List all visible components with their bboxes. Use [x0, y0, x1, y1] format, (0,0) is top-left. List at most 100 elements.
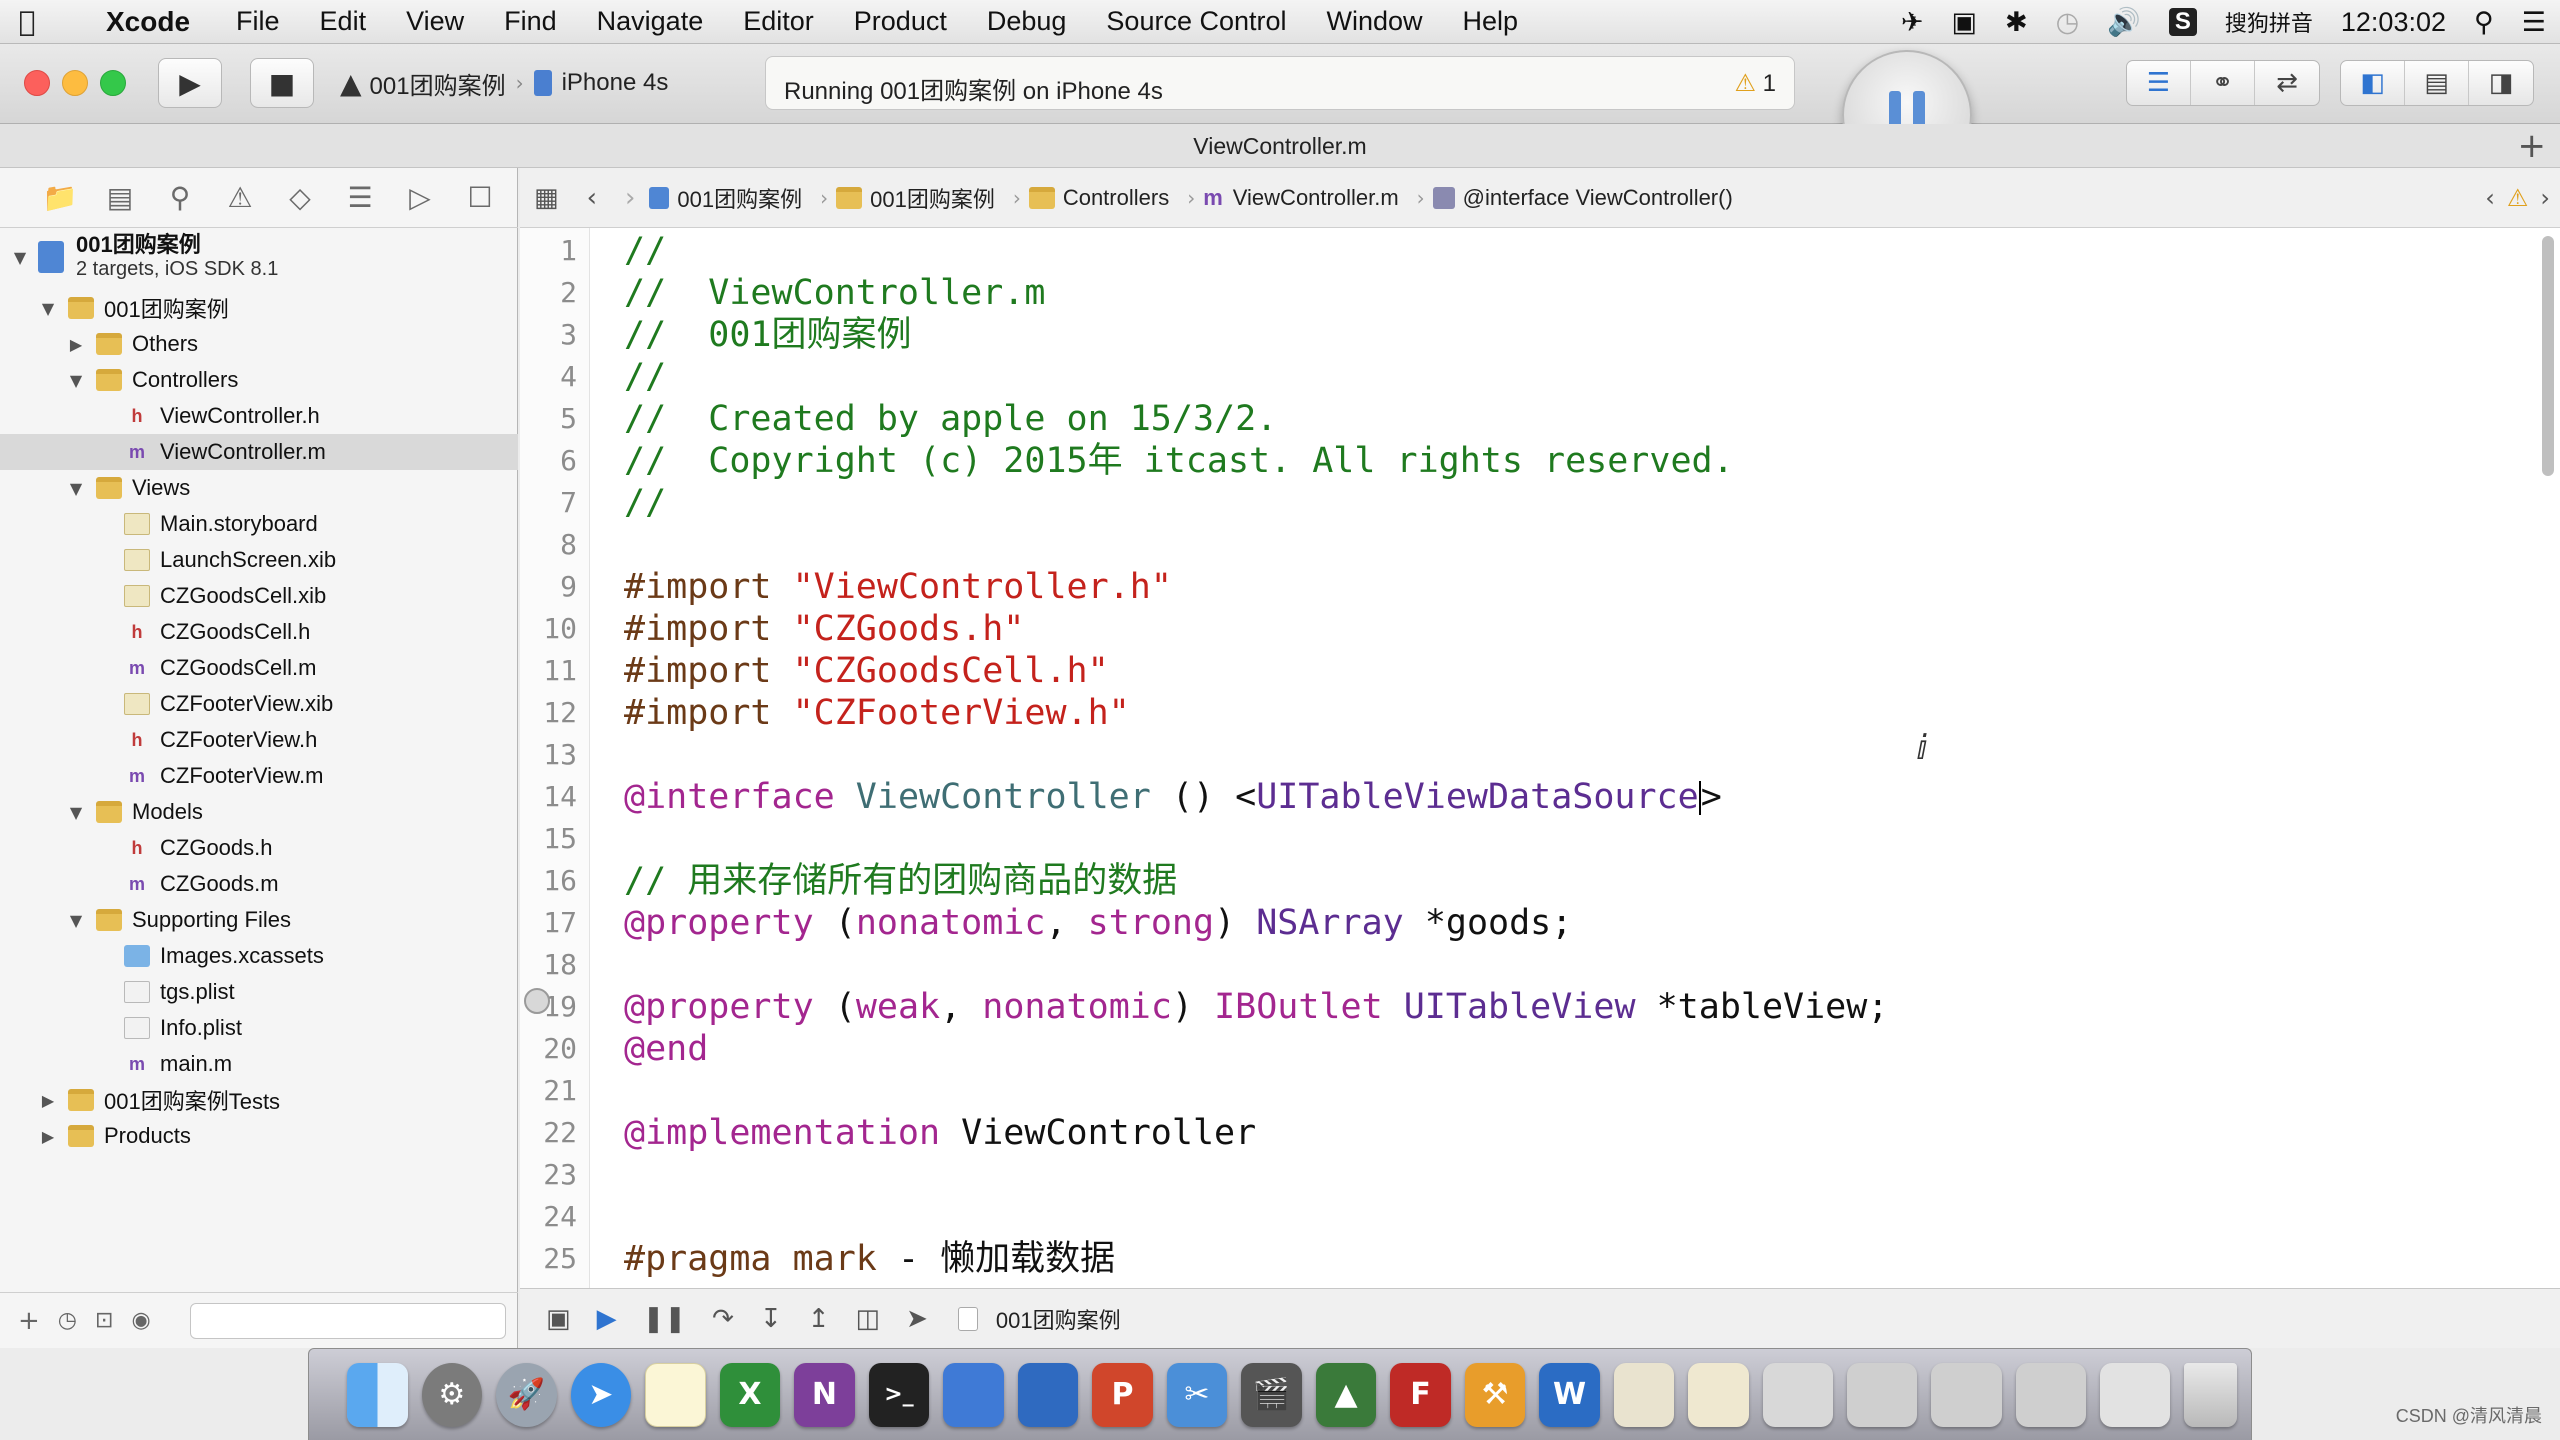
breadcrumb-project[interactable]: 001团购案例 [649, 182, 802, 214]
utilities-toggle-icon[interactable]: ◨ [2469, 61, 2533, 105]
breakpoint-outlet-connection-icon[interactable] [524, 988, 550, 1014]
menu-debug[interactable]: Debug [967, 6, 1087, 37]
clock[interactable]: 12:03:02 [2327, 7, 2460, 38]
add-file-icon[interactable]: + [18, 1306, 40, 1336]
app-menu[interactable]: Xcode [54, 6, 216, 38]
disclosure-open-icon[interactable]: ▼ [66, 371, 86, 390]
window-thumbnail-icon[interactable] [2015, 1362, 2086, 1427]
time-machine-icon[interactable]: ◷ [2042, 7, 2094, 38]
nav-row-czfooterview-h[interactable]: h CZFooterView.h [0, 722, 518, 758]
nav-row-others[interactable]: ▶ Others [0, 326, 518, 362]
nav-row-czfooterview-xib[interactable]: CZFooterView.xib [0, 686, 518, 722]
nav-row-czgoodscell-m[interactable]: m CZGoodsCell.m [0, 650, 518, 686]
menu-file[interactable]: File [216, 6, 300, 37]
standard-editor-icon[interactable]: ☰ [2127, 61, 2191, 105]
pause-execution-icon[interactable]: ❚❚ [643, 1304, 687, 1334]
nav-row-group-main[interactable]: ▼ 001团购案例 [0, 290, 518, 326]
breakpoint-navigator-tab-icon[interactable]: ▷ [390, 181, 450, 214]
step-into-icon[interactable]: ↧ [760, 1304, 782, 1334]
nav-row-models[interactable]: ▼ Models [0, 794, 518, 830]
snipping-tool-icon[interactable]: ✂ [1166, 1362, 1228, 1427]
navigator-filter-field[interactable] [190, 1303, 506, 1339]
system-preferences-icon[interactable]: ⚙ [421, 1362, 483, 1427]
breakpoints-toggle-icon[interactable]: ▶ [597, 1304, 617, 1334]
instruments-icon[interactable]: ⚒ [1464, 1362, 1526, 1427]
xcode-beta-icon[interactable] [1017, 1362, 1079, 1427]
menu-navigate[interactable]: Navigate [577, 6, 724, 37]
window-minimize-button[interactable] [62, 70, 88, 96]
nav-row-main-storyboard[interactable]: Main.storyboard [0, 506, 518, 542]
powerpoint-icon[interactable]: P [1092, 1362, 1153, 1427]
nav-row-czfooterview-m[interactable]: m CZFooterView.m [0, 758, 518, 794]
textedit-icon[interactable] [1688, 1362, 1749, 1427]
word-icon[interactable]: W [1539, 1362, 1600, 1427]
vertical-scrollbar[interactable] [2542, 236, 2554, 476]
view-hierarchy-icon[interactable]: ◫ [856, 1304, 881, 1334]
terminal-icon[interactable]: >_ [868, 1362, 930, 1427]
disclosure-open-icon[interactable]: ▼ [38, 299, 58, 318]
nav-row-launchscreen-xib[interactable]: LaunchScreen.xib [0, 542, 518, 578]
line-number-gutter[interactable]: 1 2 3 4 5 6 7 8 9 10 11 12 13 14 15 16 1… [520, 228, 590, 1288]
hide-debug-area-icon[interactable]: ▣ [546, 1304, 571, 1334]
menu-editor[interactable]: Editor [723, 6, 834, 37]
breadcrumb-file[interactable]: m ViewController.m [1203, 185, 1398, 211]
filezilla-icon[interactable]: F [1390, 1362, 1451, 1427]
breadcrumb-group[interactable]: 001团购案例 [836, 182, 995, 214]
notification-center-icon[interactable]: ☰ [2508, 7, 2560, 38]
breadcrumb-controllers[interactable]: Controllers [1028, 185, 1169, 211]
launchpad-icon[interactable]: 🚀 [496, 1362, 557, 1427]
window-thumbnail-icon[interactable] [1931, 1362, 2002, 1427]
warning-indicator[interactable]: ⚠ 1 [1734, 69, 1776, 98]
previous-issue-icon[interactable]: ‹ [2485, 184, 2495, 212]
finder-icon[interactable] [347, 1362, 408, 1427]
nav-row-main-m[interactable]: m main.m [0, 1046, 518, 1082]
onenote-icon[interactable]: N [794, 1362, 855, 1427]
scheme-selector[interactable]: ▲ 001团购案例 › iPhone 4s [340, 58, 700, 108]
next-issue-icon[interactable]: › [2540, 184, 2550, 212]
nav-row-czgoodscell-xib[interactable]: CZGoodsCell.xib [0, 578, 518, 614]
xcode-icon[interactable] [943, 1362, 1004, 1427]
unsaved-filter-icon[interactable]: ◉ [131, 1308, 150, 1333]
disclosure-open-icon[interactable]: ▼ [10, 248, 30, 267]
notes-icon[interactable] [645, 1362, 706, 1427]
nav-row-czgoodscell-h[interactable]: h CZGoodsCell.h [0, 614, 518, 650]
navigator-toggle-icon[interactable]: ◧ [2341, 61, 2405, 105]
related-items-icon[interactable]: ▦ [520, 183, 573, 213]
warning-icon[interactable]: ⚠ [2507, 184, 2529, 212]
debug-area-toggle-icon[interactable]: ▤ [2405, 61, 2469, 105]
source-editor[interactable]: 1 2 3 4 5 6 7 8 9 10 11 12 13 14 15 16 1… [520, 228, 2560, 1288]
recent-files-icon[interactable]: ◷ [58, 1308, 77, 1333]
window-thumbnail-icon[interactable] [1847, 1362, 1918, 1427]
disclosure-closed-icon[interactable]: ▶ [66, 335, 86, 354]
window-close-button[interactable] [24, 70, 50, 96]
disclosure-closed-icon[interactable]: ▶ [38, 1091, 58, 1110]
disclosure-open-icon[interactable]: ▼ [66, 479, 86, 498]
apple-menu-icon[interactable]:  [0, 0, 54, 44]
menu-view[interactable]: View [386, 6, 484, 37]
back-arrow-icon[interactable]: ‹ [573, 183, 611, 213]
nav-row-viewcontroller-h[interactable]: h ViewController.h [0, 398, 518, 434]
screen-record-icon[interactable]: ▣ [1938, 7, 1992, 38]
menu-find[interactable]: Find [484, 6, 577, 37]
version-editor-icon[interactable]: ⇄ [2255, 61, 2319, 105]
breadcrumb-symbol[interactable]: @interface ViewController() [1432, 185, 1733, 211]
nav-row-images-xcassets[interactable]: Images.xcassets [0, 938, 518, 974]
symbol-navigator-tab-icon[interactable]: ▤ [90, 181, 150, 214]
menu-source-control[interactable]: Source Control [1086, 6, 1306, 37]
window-thumbnail-icon[interactable] [2099, 1362, 2171, 1427]
menu-window[interactable]: Window [1307, 6, 1443, 37]
issue-navigator-tab-icon[interactable]: ⚠ [210, 181, 270, 214]
debug-navigator-tab-icon[interactable]: ☰ [330, 181, 390, 214]
volume-icon[interactable]: 🔊 [2093, 6, 2155, 38]
device-name[interactable]: iPhone 4s [562, 69, 669, 97]
source-control-filter-icon[interactable]: ⊡ [95, 1308, 113, 1333]
nav-row-czgoods-h[interactable]: h CZGoods.h [0, 830, 518, 866]
assistant-editor-icon[interactable]: ⚭ [2191, 61, 2255, 105]
run-button[interactable]: ▶ [158, 58, 222, 108]
new-tab-icon[interactable]: + [2518, 126, 2547, 166]
nav-row-info-plist[interactable]: Info.plist [0, 1010, 518, 1046]
window-zoom-button[interactable] [100, 70, 126, 96]
trash-icon[interactable] [2184, 1362, 2237, 1427]
forward-arrow-icon[interactable]: › [611, 183, 649, 213]
find-navigator-tab-icon[interactable]: ⚲ [150, 181, 210, 214]
